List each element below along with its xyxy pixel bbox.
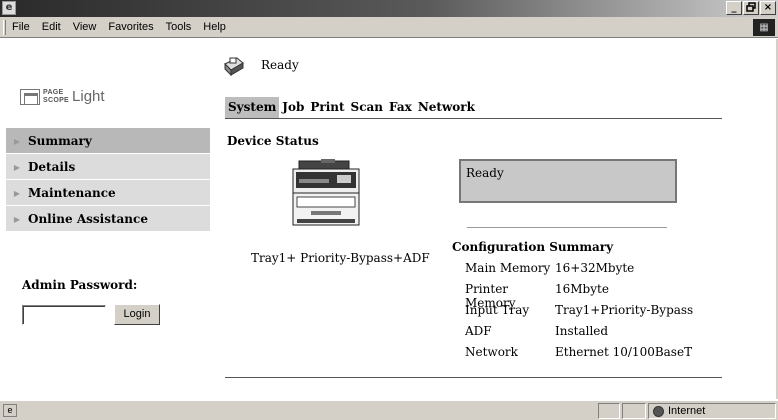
sidebar-item-summary[interactable]: ▶ Summary	[6, 128, 210, 154]
status-cell	[598, 403, 620, 419]
windows-logo-icon: ▦	[753, 19, 775, 36]
triangle-right-icon: ▶	[13, 213, 21, 224]
brand-mark-text: PAGE SCOPE	[43, 88, 70, 104]
left-pane: PAGE SCOPE Light ▶ Summary ▶ Details ▶ Main…	[0, 39, 214, 399]
tab-system[interactable]: System	[225, 97, 280, 118]
triangle-right-icon: ▶	[13, 187, 21, 198]
table-row: Input Tray Tray1+Priority-Bypass	[465, 303, 693, 324]
device-status-box: Ready	[459, 159, 677, 203]
minimize-button[interactable]: _	[726, 1, 742, 15]
config-key: Input Tray	[465, 303, 530, 317]
window-controls: _ ×	[726, 1, 776, 15]
status-bar: e Internet	[0, 400, 778, 420]
status-cell	[622, 403, 646, 419]
main-tabs: System Job Print Scan Fax Network	[225, 97, 722, 119]
login-button[interactable]: Login	[114, 304, 160, 325]
config-key: Network	[465, 345, 518, 359]
status-text: Ready	[261, 58, 299, 72]
title-bar: e _ ×	[0, 0, 778, 17]
table-row: Printer Memory 16Mbyte	[465, 282, 693, 310]
sidebar-item-maintenance[interactable]: ▶ Maintenance	[6, 180, 210, 206]
menu-tools[interactable]: Tools	[166, 21, 192, 33]
tab-job[interactable]: Job	[279, 97, 307, 118]
menu-favorites[interactable]: Favorites	[108, 21, 153, 33]
divider	[467, 227, 667, 228]
section-title: Device Status	[227, 134, 319, 148]
sidebar-item-online-assistance[interactable]: ▶ Online Assistance	[6, 206, 210, 232]
bottom-divider	[225, 377, 722, 378]
menu-edit[interactable]: Edit	[42, 21, 61, 33]
toolbar-grip[interactable]	[3, 20, 6, 35]
page-icon: e	[3, 404, 17, 417]
table-row: ADF Installed	[465, 324, 693, 345]
table-row: Network Ethernet 10/100BaseT	[465, 345, 693, 366]
config-value: 16Mbyte	[555, 282, 609, 296]
tab-fax[interactable]: Fax	[386, 97, 415, 118]
pagescope-logo-icon	[20, 88, 40, 105]
triangle-right-icon: ▶	[13, 135, 21, 146]
sidebar-nav: ▶ Summary ▶ Details ▶ Maintenance ▶ Online A…	[6, 128, 210, 232]
config-value: Tray1+Priority-Bypass	[555, 303, 694, 317]
config-key: Printer Memory	[465, 282, 516, 310]
config-key: ADF	[465, 324, 492, 338]
tray-config-text: Tray1+ Priority-Bypass+ADF	[251, 251, 430, 265]
menu-view[interactable]: View	[73, 21, 97, 33]
admin-password-label: Admin Password:	[22, 278, 138, 292]
globe-icon	[653, 405, 664, 417]
maximize-button[interactable]	[743, 1, 759, 15]
config-summary-table: Main Memory 16+32Mbyte Printer Memory 16Mb…	[465, 261, 693, 366]
brand-logo: PAGE SCOPE Light	[20, 88, 105, 105]
triangle-right-icon: ▶	[13, 161, 21, 172]
menu-help[interactable]: Help	[203, 21, 226, 33]
sidebar-item-details[interactable]: ▶ Details	[6, 154, 210, 180]
browser-icon: e	[2, 1, 16, 15]
brand-name: Light	[72, 88, 105, 105]
page-content: PAGE SCOPE Light ▶ Summary ▶ Details ▶ Main…	[0, 39, 778, 399]
config-value: Ethernet 10/100BaseT	[555, 345, 693, 359]
menu-file[interactable]: File	[12, 21, 30, 33]
admin-password-input[interactable]	[22, 305, 106, 325]
zone-label: Internet	[668, 405, 706, 417]
tab-network[interactable]: Network	[415, 97, 478, 118]
tab-print[interactable]: Print	[307, 97, 347, 118]
config-value: 16+32Mbyte	[555, 261, 635, 275]
menu-bar: File Edit View Favorites Tools Help ▦	[0, 17, 778, 38]
config-summary-title: Configuration Summary	[452, 240, 614, 254]
close-button[interactable]: ×	[760, 1, 776, 15]
config-key: Main Memory	[465, 261, 551, 275]
printer-device-image	[292, 159, 360, 226]
security-zone[interactable]: Internet	[648, 403, 776, 419]
config-value: Installed	[555, 324, 609, 338]
table-row: Main Memory 16+32Mbyte	[465, 261, 693, 282]
tab-scan[interactable]: Scan	[348, 97, 386, 118]
restore-icon	[746, 2, 756, 12]
printer-status-icon	[224, 57, 244, 77]
